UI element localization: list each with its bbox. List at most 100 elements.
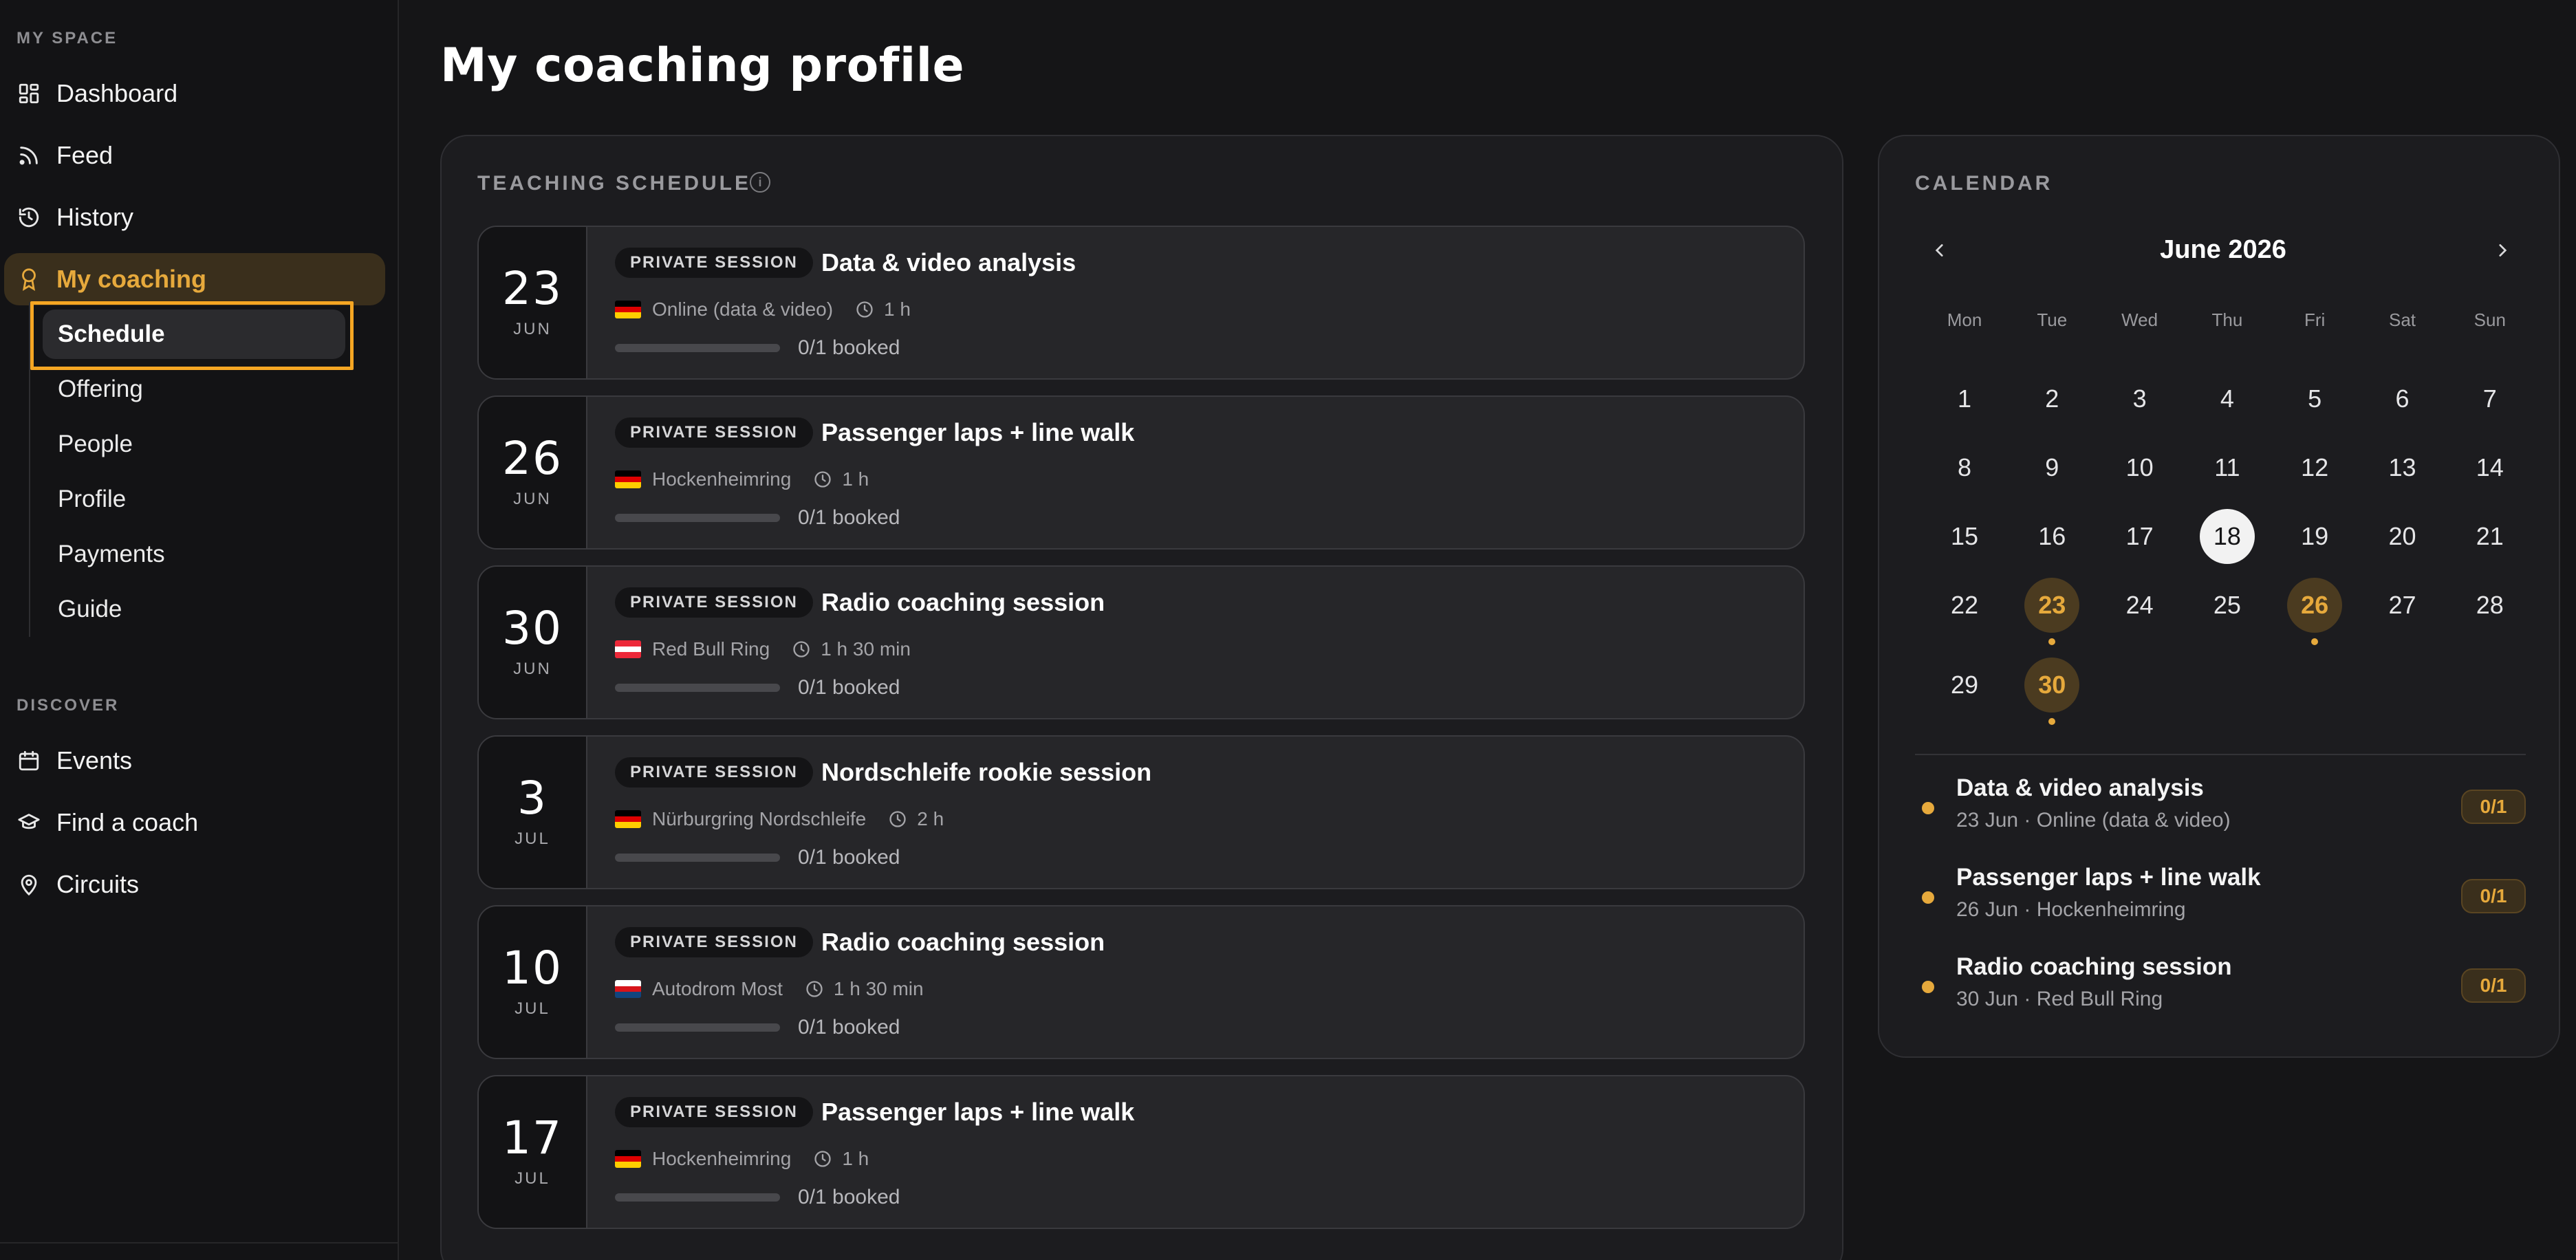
sidebar-item-events[interactable]: Events bbox=[4, 735, 385, 787]
session-card[interactable]: 10 JUL PRIVATE SESSION Radio coaching se… bbox=[477, 905, 1805, 1059]
session-day: 10 bbox=[502, 942, 563, 995]
sidebar-item-label: Feed bbox=[56, 141, 113, 169]
subnav-item-profile[interactable]: Profile bbox=[43, 475, 345, 524]
session-date: 26 JUN bbox=[479, 397, 587, 548]
country-flag-icon bbox=[615, 301, 641, 318]
session-month: JUL bbox=[515, 829, 550, 848]
calendar-day[interactable]: 11 bbox=[2200, 440, 2255, 495]
calendar-day[interactable]: 25 bbox=[2200, 578, 2255, 633]
calendar-day[interactable]: 27 bbox=[2375, 578, 2430, 633]
section-label-discover: DISCOVER bbox=[17, 696, 120, 715]
calendar-day[interactable]: 1 bbox=[1937, 371, 1992, 426]
session-duration: 1 h 30 min bbox=[821, 638, 911, 660]
country-flag-icon bbox=[615, 470, 641, 488]
booking-count: 0/1 booked bbox=[798, 506, 900, 529]
session-type-badge: PRIVATE SESSION bbox=[615, 248, 813, 278]
session-card[interactable]: 23 JUN PRIVATE SESSION Data & video anal… bbox=[477, 226, 1805, 380]
calendar-day[interactable]: 22 bbox=[1937, 578, 1992, 633]
calendar-day[interactable]: 17 bbox=[2112, 509, 2167, 564]
booking-row: 0/1 booked bbox=[615, 1184, 900, 1211]
session-title: Passenger laps + line walk bbox=[821, 418, 1135, 446]
calendar-day[interactable]: 8 bbox=[1937, 440, 1992, 495]
session-day: 30 bbox=[502, 602, 563, 655]
upcoming-title: Passenger laps + line walk bbox=[1956, 864, 2261, 891]
session-day: 23 bbox=[502, 262, 563, 315]
clock-icon bbox=[814, 471, 831, 488]
weekday-label: Fri bbox=[2304, 309, 2326, 330]
weekday-label: Sat bbox=[2388, 309, 2416, 330]
session-card[interactable]: 3 JUL PRIVATE SESSION Nordschleife rooki… bbox=[477, 735, 1805, 889]
sidebar-divider bbox=[0, 1242, 399, 1243]
calendar-day[interactable]: 30 bbox=[2024, 658, 2080, 713]
session-meta: Online (data & video) 1 h bbox=[615, 296, 911, 323]
upcoming-session-item[interactable]: Radio coaching session 30 Jun · Red Bull… bbox=[1915, 953, 2526, 1022]
next-month-button[interactable] bbox=[2489, 237, 2516, 264]
calendar-day[interactable]: 19 bbox=[2287, 509, 2342, 564]
subnav-item-offering[interactable]: Offering bbox=[43, 365, 345, 414]
sidebar-item-find-a-coach[interactable]: Find a coach bbox=[4, 796, 385, 849]
session-duration: 1 h bbox=[842, 468, 869, 490]
session-title: Passenger laps + line walk bbox=[821, 1098, 1135, 1126]
booking-row: 0/1 booked bbox=[615, 334, 900, 362]
booking-badge: 0/1 bbox=[2461, 968, 2526, 1003]
subnav-item-people[interactable]: People bbox=[43, 420, 345, 469]
sidebar-item-feed[interactable]: Feed bbox=[4, 129, 385, 182]
calendar-day[interactable]: 9 bbox=[2024, 440, 2079, 495]
sidebar-item-dashboard[interactable]: Dashboard bbox=[4, 67, 385, 120]
session-meta: Hockenheimring 1 h bbox=[615, 1145, 869, 1173]
upcoming-session-item[interactable]: Data & video analysis 23 Jun · Online (d… bbox=[1915, 774, 2526, 843]
booking-count: 0/1 booked bbox=[798, 676, 900, 699]
calendar-day[interactable]: 23 bbox=[2024, 578, 2080, 633]
session-card[interactable]: 26 JUN PRIVATE SESSION Passenger laps + … bbox=[477, 395, 1805, 550]
sidebar: MY SPACE Dashboard Feed History My coach… bbox=[0, 0, 399, 1260]
calendar-day[interactable]: 14 bbox=[2463, 440, 2518, 495]
calendar-day[interactable]: 5 bbox=[2287, 371, 2342, 426]
calendar-day[interactable]: 16 bbox=[2024, 509, 2079, 564]
weekday-label: Tue bbox=[2037, 309, 2068, 330]
booking-badge: 0/1 bbox=[2461, 790, 2526, 824]
country-flag-icon bbox=[615, 640, 641, 658]
session-card[interactable]: 30 JUN PRIVATE SESSION Radio coaching se… bbox=[477, 565, 1805, 719]
sidebar-item-history[interactable]: History bbox=[4, 191, 385, 243]
calendar-day[interactable]: 26 bbox=[2287, 578, 2343, 633]
upcoming-subtitle: 23 Jun · Online (data & video) bbox=[1956, 809, 2231, 832]
session-title: Nordschleife rookie session bbox=[821, 758, 1152, 786]
calendar-day[interactable]: 6 bbox=[2375, 371, 2430, 426]
sidebar-item-label: Events bbox=[56, 746, 133, 774]
upcoming-session-item[interactable]: Passenger laps + line walk 26 Jun · Hock… bbox=[1915, 864, 2526, 933]
calendar-day[interactable]: 12 bbox=[2287, 440, 2342, 495]
session-month: JUL bbox=[515, 1169, 550, 1188]
booking-row: 0/1 booked bbox=[615, 674, 900, 702]
clock-icon bbox=[806, 981, 823, 997]
upcoming-subtitle: 26 Jun · Hockenheimring bbox=[1956, 898, 2186, 921]
calendar-day[interactable]: 15 bbox=[1937, 509, 1992, 564]
calendar-day[interactable]: 21 bbox=[2463, 509, 2518, 564]
calendar-day[interactable]: 24 bbox=[2112, 578, 2167, 633]
session-meta: Autodrom Most 1 h 30 min bbox=[615, 975, 924, 1003]
booking-count: 0/1 booked bbox=[798, 1186, 900, 1208]
calendar-day[interactable]: 2 bbox=[2024, 371, 2079, 426]
event-indicator-dot bbox=[2048, 718, 2056, 725]
session-location: Online (data & video) bbox=[652, 298, 834, 320]
calendar-day[interactable]: 18 bbox=[2199, 509, 2255, 564]
session-type-badge: PRIVATE SESSION bbox=[615, 587, 813, 618]
history-icon bbox=[17, 205, 41, 230]
sidebar-item-circuits[interactable]: Circuits bbox=[4, 858, 385, 911]
calendar-day[interactable]: 20 bbox=[2375, 509, 2430, 564]
info-icon[interactable]: i bbox=[750, 172, 770, 193]
subnav-item-guide[interactable]: Guide bbox=[43, 585, 345, 634]
calendar-day[interactable]: 28 bbox=[2463, 578, 2518, 633]
calendar-day[interactable]: 3 bbox=[2112, 371, 2167, 426]
calendar-day[interactable]: 10 bbox=[2112, 440, 2167, 495]
country-flag-icon bbox=[615, 1150, 641, 1168]
session-card[interactable]: 17 JUL PRIVATE SESSION Passenger laps + … bbox=[477, 1075, 1805, 1229]
calendar-day[interactable]: 29 bbox=[1937, 658, 1992, 713]
booking-row: 0/1 booked bbox=[615, 504, 900, 532]
teaching-schedule-panel: TEACHING SCHEDULE i 23 JUN PRIVATE SESSI… bbox=[440, 135, 1843, 1260]
calendar-day[interactable]: 4 bbox=[2200, 371, 2255, 426]
calendar-day[interactable]: 13 bbox=[2375, 440, 2430, 495]
calendar-day[interactable]: 7 bbox=[2463, 371, 2518, 426]
event-indicator-dot bbox=[2048, 638, 2056, 645]
sidebar-item-my-coaching[interactable]: My coaching bbox=[4, 253, 385, 305]
subnav-item-payments[interactable]: Payments bbox=[43, 530, 345, 579]
